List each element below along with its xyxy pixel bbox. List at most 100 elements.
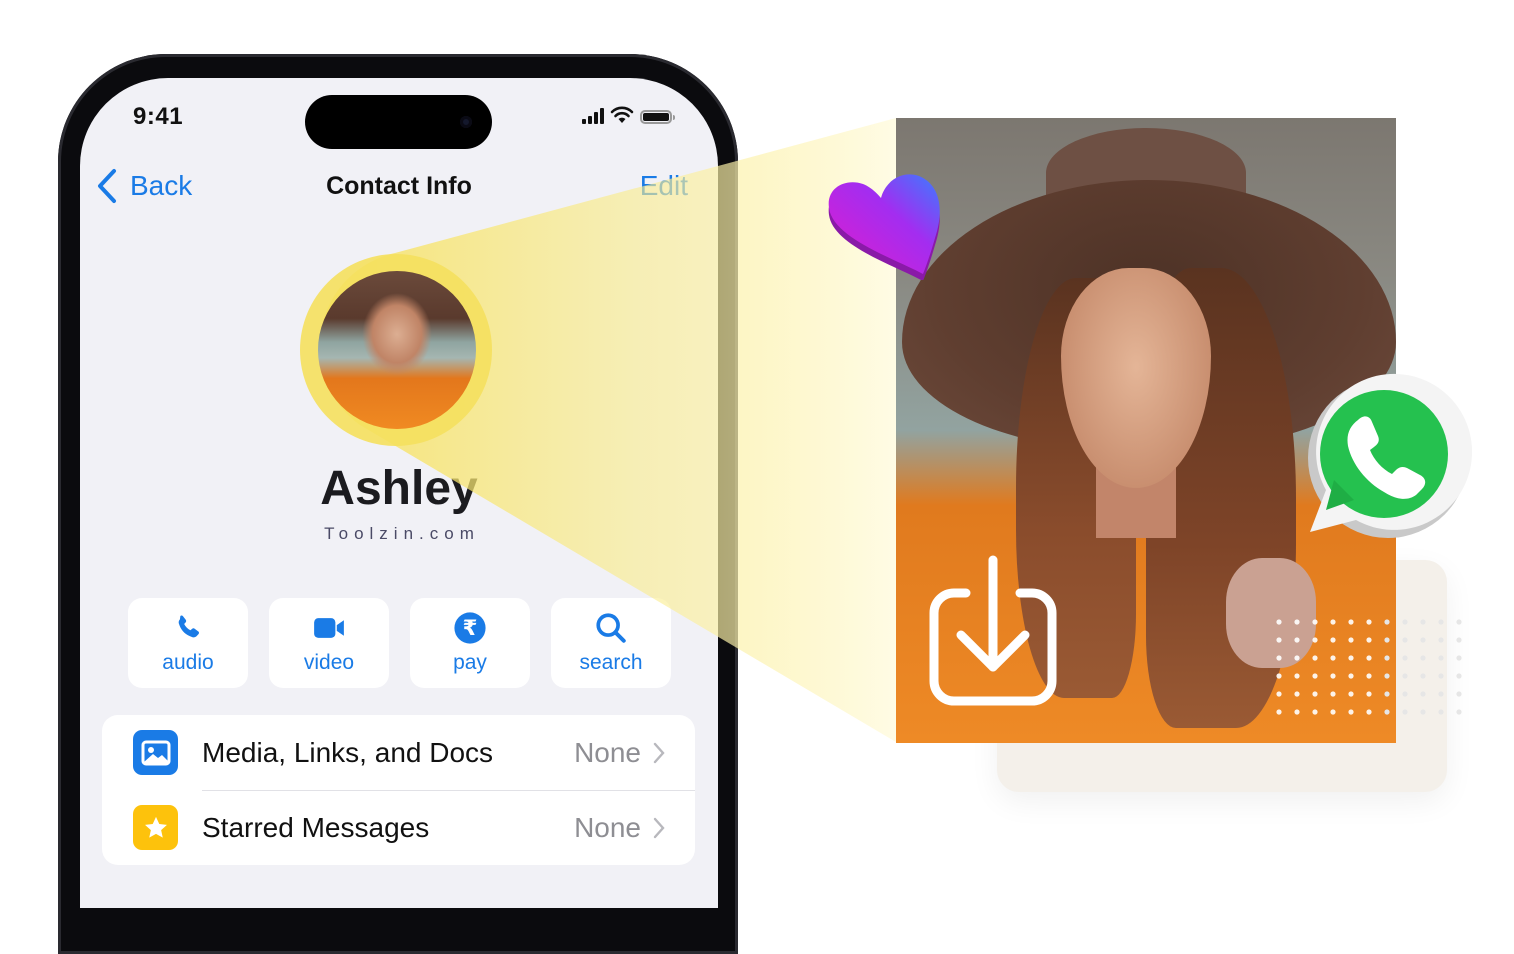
grid-dot — [1294, 673, 1300, 679]
contact-name: Ashley — [320, 462, 478, 515]
navigation-bar: Back Contact Info Edit — [80, 164, 718, 208]
list-item-label: Media, Links, and Docs — [202, 736, 494, 768]
status-icons — [582, 106, 675, 124]
grid-dot — [1438, 691, 1444, 697]
photo-icon — [133, 730, 178, 775]
chevron-right-icon — [653, 742, 665, 763]
grid-dot — [1276, 673, 1282, 679]
grid-dot — [1366, 691, 1372, 697]
grid-dot — [1438, 709, 1444, 715]
video-call-button[interactable]: video — [269, 598, 389, 688]
grid-dot — [1384, 673, 1390, 679]
svg-text:₹: ₹ — [463, 616, 478, 641]
grid-dot — [1420, 637, 1426, 643]
grid-dot — [1384, 655, 1390, 661]
grid-dot — [1294, 655, 1300, 661]
grid-dot — [1312, 655, 1318, 661]
battery-icon — [640, 110, 675, 124]
grid-dot — [1276, 709, 1282, 715]
grid-dot — [1456, 655, 1462, 661]
grid-dot — [1438, 655, 1444, 661]
phone-screen: 9:41 Back Contact Info Edit Ashley Toolz… — [80, 78, 718, 908]
edit-button[interactable]: Edit — [640, 170, 688, 202]
grid-dot — [1276, 691, 1282, 697]
grid-dot — [1330, 709, 1336, 715]
grid-dot — [1366, 709, 1372, 715]
grid-dot — [1330, 673, 1336, 679]
chevron-right-icon — [653, 817, 665, 838]
grid-dot — [1294, 637, 1300, 643]
search-label: search — [579, 651, 643, 674]
grid-dot — [1438, 619, 1444, 625]
grid-dot — [1402, 619, 1408, 625]
grid-dot — [1420, 691, 1426, 697]
grid-dot — [1456, 673, 1462, 679]
grid-dot — [1348, 655, 1354, 661]
grid-dot — [1366, 673, 1372, 679]
grid-dot — [1402, 673, 1408, 679]
grid-dot — [1456, 619, 1462, 625]
grid-dot — [1330, 637, 1336, 643]
avatar-overlay — [318, 271, 476, 429]
wifi-icon — [610, 106, 634, 123]
grid-dot — [1384, 691, 1390, 697]
audio-label: audio — [162, 651, 214, 674]
grid-dot — [1456, 691, 1462, 697]
list-item-label: Starred Messages — [202, 811, 430, 843]
grid-dot — [1366, 619, 1372, 625]
status-time: 9:41 — [133, 103, 184, 130]
dot-grid-decoration — [1276, 619, 1462, 715]
grid-dot — [1330, 691, 1336, 697]
grid-dot — [1348, 619, 1354, 625]
grid-dot — [1402, 655, 1408, 661]
video-label: video — [303, 651, 355, 674]
grid-dot — [1438, 673, 1444, 679]
grid-dot — [1384, 709, 1390, 715]
pay-label: pay — [453, 651, 487, 674]
list-item-value: None — [574, 811, 641, 843]
grid-dot — [1276, 655, 1282, 661]
phone-icon — [178, 615, 199, 638]
video-camera-icon — [314, 618, 344, 638]
grid-dot — [1330, 655, 1336, 661]
dynamic-island — [305, 95, 492, 149]
whatsapp-logo-icon — [1308, 373, 1472, 538]
grid-dot — [1384, 619, 1390, 625]
grid-dot — [1438, 637, 1444, 643]
heart-icon — [828, 174, 940, 280]
grid-dot — [1312, 637, 1318, 643]
audio-call-button[interactable]: audio — [128, 598, 248, 688]
grid-dot — [1420, 619, 1426, 625]
grid-dot — [1384, 637, 1390, 643]
list-item-media-links-docs[interactable]: Media, Links, and Docs None — [102, 715, 695, 790]
grid-dot — [1402, 637, 1408, 643]
grid-dot — [1312, 691, 1318, 697]
star-icon — [133, 805, 178, 850]
search-icon — [596, 613, 626, 643]
contact-info-list: Media, Links, and Docs None Starred Mess… — [102, 715, 695, 865]
grid-dot — [1348, 691, 1354, 697]
watermark-text: Toolzin.com — [324, 524, 480, 543]
grid-dot — [1294, 691, 1300, 697]
grid-dot — [1348, 637, 1354, 643]
grid-dot — [1312, 673, 1318, 679]
pay-button[interactable]: ₹ pay — [410, 598, 530, 688]
grid-dot — [1348, 709, 1354, 715]
grid-dot — [1312, 709, 1318, 715]
list-item-value: None — [574, 736, 641, 768]
camera-icon — [460, 116, 472, 128]
grid-dot — [1420, 709, 1426, 715]
grid-dot — [1402, 709, 1408, 715]
search-button[interactable]: search — [551, 598, 671, 688]
grid-dot — [1276, 637, 1282, 643]
list-item-starred-messages[interactable]: Starred Messages None — [102, 790, 695, 865]
grid-dot — [1330, 619, 1336, 625]
grid-dot — [1366, 637, 1372, 643]
action-buttons: audio video ₹ pay search — [128, 598, 671, 688]
rupee-icon: ₹ — [454, 612, 486, 644]
grid-dot — [1366, 655, 1372, 661]
grid-dot — [1348, 673, 1354, 679]
cellular-signal-icon — [582, 108, 604, 124]
grid-dot — [1294, 619, 1300, 625]
grid-dot — [1456, 637, 1462, 643]
